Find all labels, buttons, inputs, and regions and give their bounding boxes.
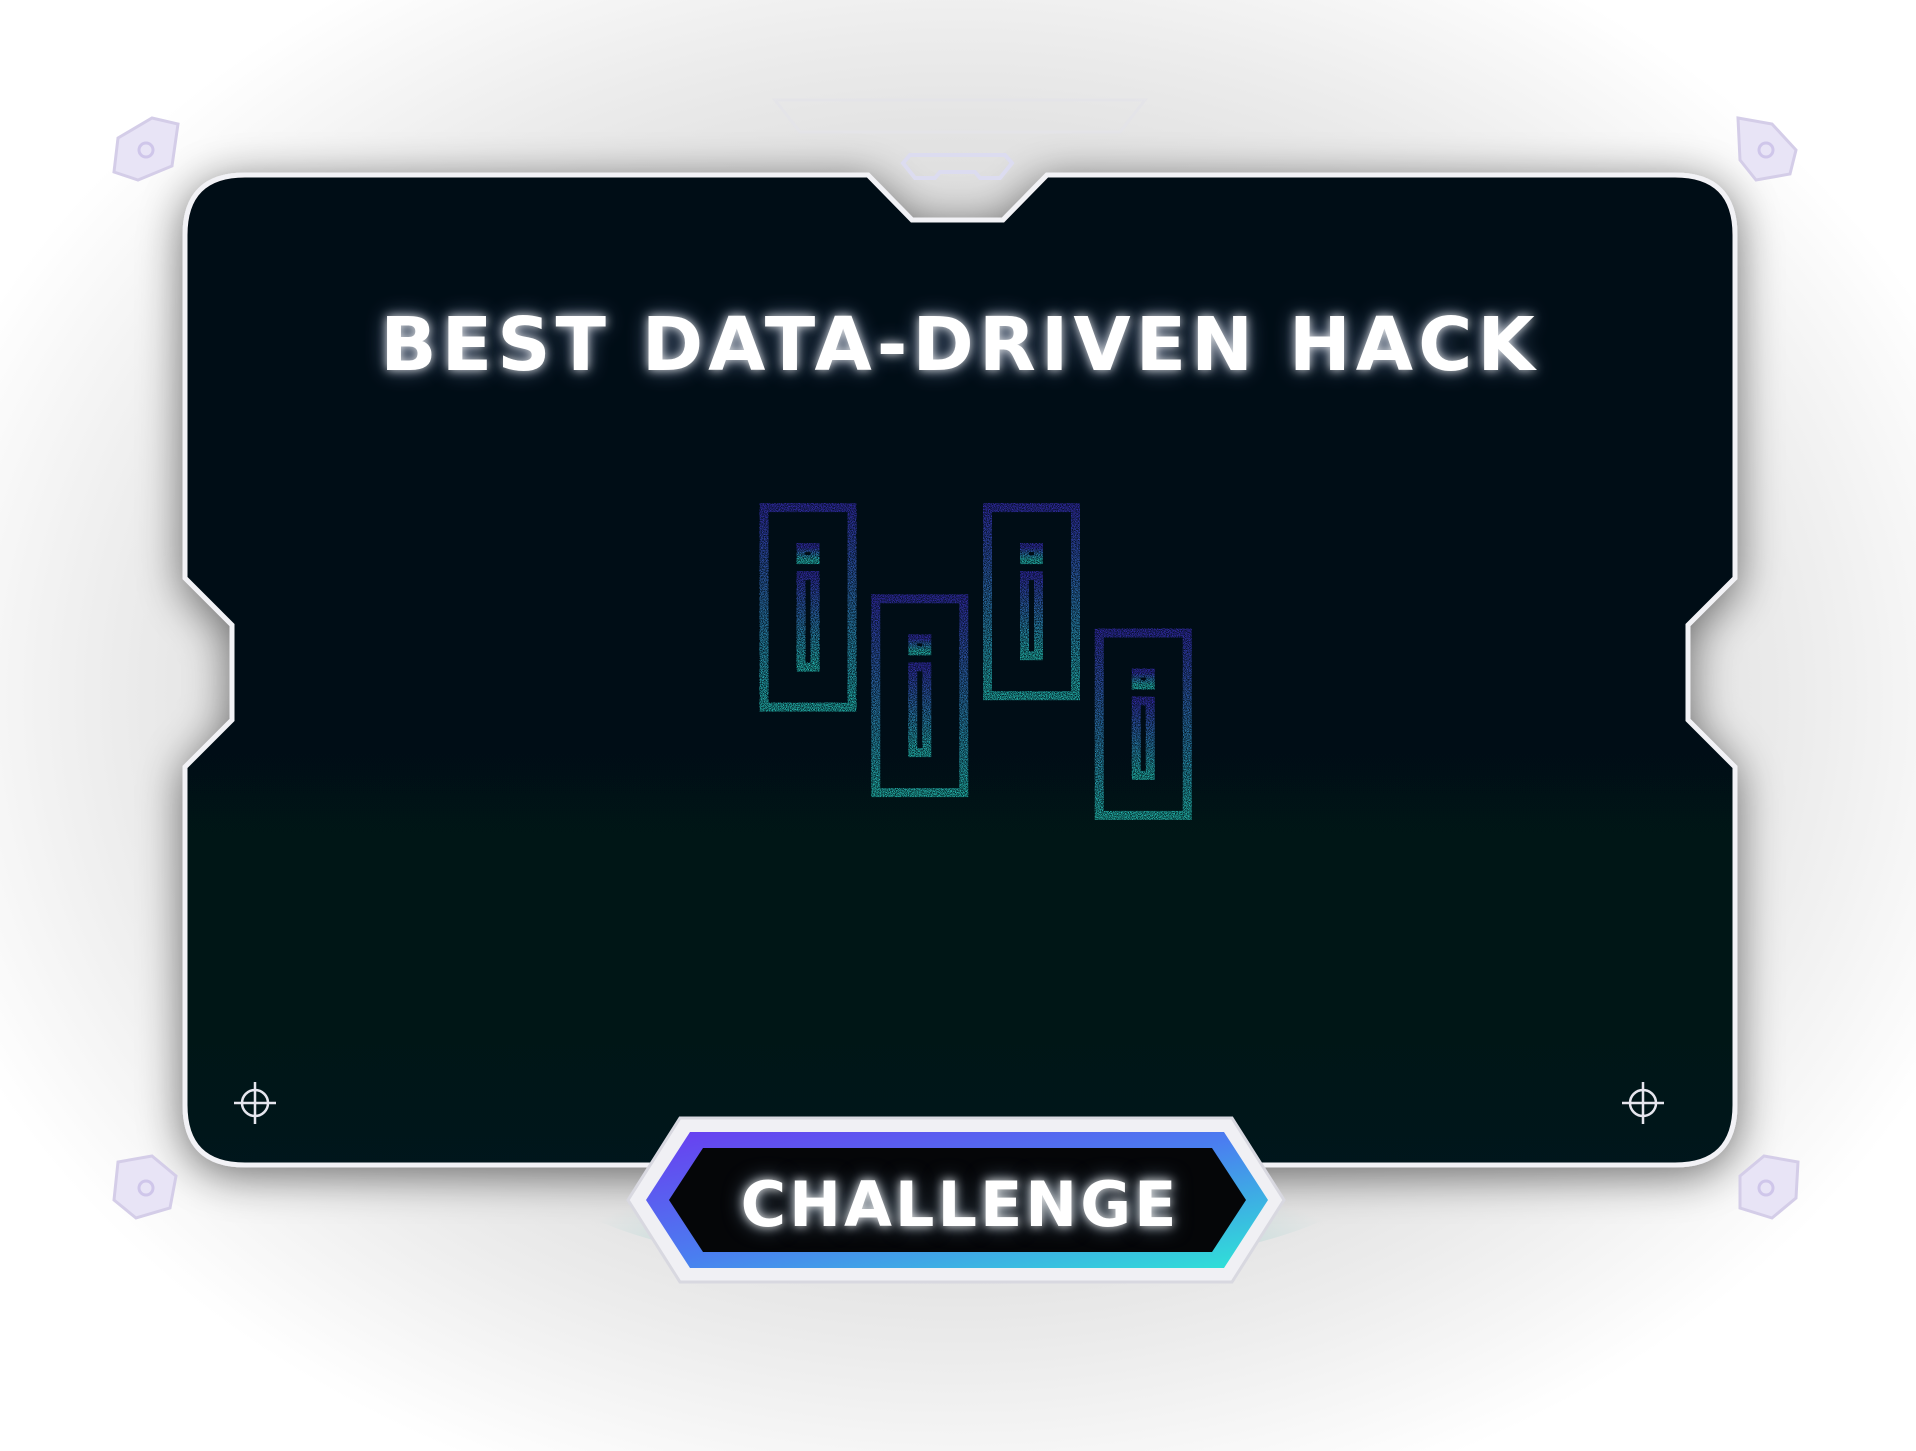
bracket-tab-icon [900,153,1015,180]
corner-tab-bottom-left [112,1154,178,1220]
badge-title: BEST DATA-DRIVEN HACK [380,302,1540,388]
corner-tab-bottom-right [1738,1154,1800,1220]
corner-tab-top-right [1736,116,1798,182]
top-tab-shadow [771,98,1149,134]
corner-tab-top-left [112,116,180,182]
ribbon-label: CHALLENGE [740,1168,1180,1241]
